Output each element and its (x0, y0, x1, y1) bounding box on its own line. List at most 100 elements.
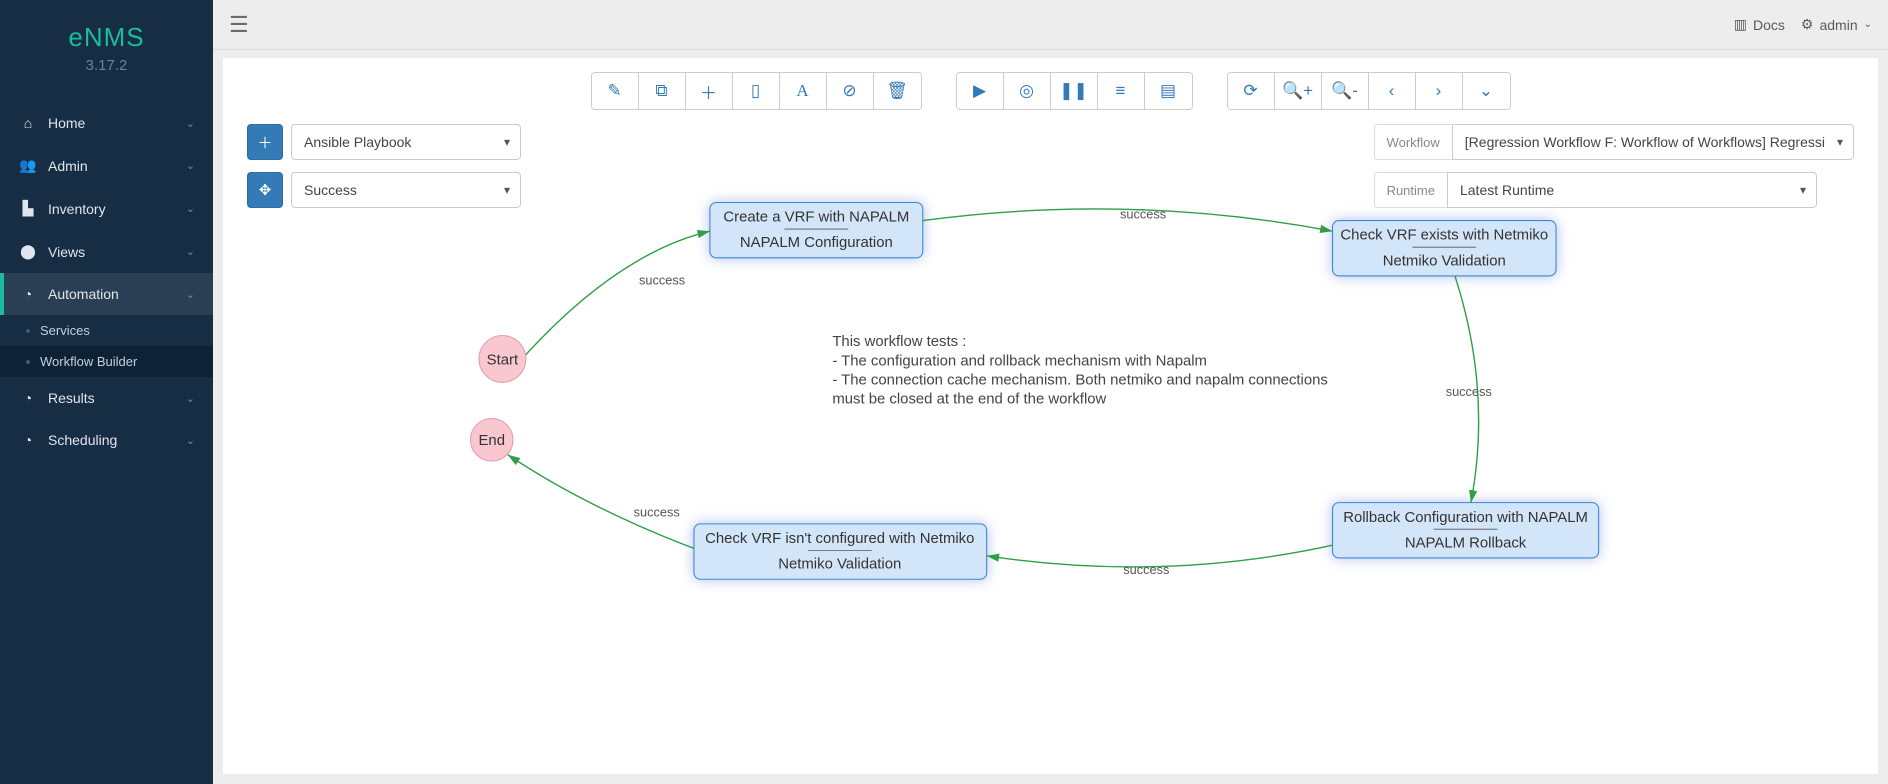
sidebar-subitem-services[interactable]: Services (0, 315, 213, 346)
workflow-description: This workflow tests : - The configuratio… (832, 334, 1332, 407)
sidebar-subitem-workflow-builder[interactable]: Workflow Builder (0, 346, 213, 377)
app-logo: eNMS (0, 22, 213, 53)
edit-button[interactable]: ✎ (592, 73, 639, 109)
pause-icon: ❚❚ (1059, 81, 1088, 101)
sidebar-item-label: Automation (48, 286, 119, 302)
sidebar-item-views[interactable]: ⬤ Views ⌄ (0, 230, 213, 273)
workflow-canvas[interactable]: Start End Create a VRF with NAPALM NAPAL… (223, 178, 1878, 774)
toolbar-group-view: ⟳ 🔍+ 🔍- ‹ › ⌄ (1227, 72, 1511, 110)
edit-icon: ✎ (607, 81, 621, 101)
add-button[interactable]: ＋ (686, 73, 733, 109)
node-subtitle: Netmiko Validation (1383, 253, 1506, 269)
node-subtitle: NAPALM Rollback (1405, 535, 1527, 551)
delete-button[interactable]: 🗑 (874, 73, 921, 109)
list-icon: ≡ (1116, 81, 1126, 101)
main: ☰ ▥ Docs ⚙ admin ⌄ ✎ ⧉ ＋ ▯ (213, 0, 1888, 784)
run-param-button[interactable]: ◎ (1004, 73, 1051, 109)
duplicate-button[interactable]: ⧉ (639, 73, 686, 109)
chevron-down-icon: ⌄ (186, 159, 195, 172)
clipboard-button[interactable]: ▯ (733, 73, 780, 109)
ban-icon: ⊘ (842, 81, 856, 101)
sidebar-subitem-label: Workflow Builder (40, 354, 137, 369)
chevron-left-icon: ‹ (1389, 81, 1395, 101)
clock-icon: ◔ (18, 390, 38, 406)
sidebar-item-label: Views (48, 244, 85, 260)
automation-subitems: Services Workflow Builder (0, 315, 213, 377)
skip-button[interactable]: ⊘ (827, 73, 874, 109)
logo-area: eNMS 3.17.2 (0, 0, 213, 84)
chevron-down-icon: ⌄ (1864, 19, 1872, 30)
toolbar: ✎ ⧉ ＋ ▯ A ⊘ 🗑 ▶ ◎ ❚❚ ≡ ▤ ⟳ 🔍+ (223, 58, 1878, 120)
home-icon: ⌂ (18, 115, 38, 131)
sidebar-item-home[interactable]: ⌂ Home ⌄ (0, 102, 213, 144)
start-label: Start (487, 352, 519, 368)
sidebar-item-inventory[interactable]: ▙ Inventory ⌄ (0, 187, 213, 230)
edge-label: success (1120, 206, 1166, 221)
refresh-button[interactable]: ⟳ (1228, 73, 1275, 109)
sidebar-item-automation[interactable]: ◔ Automation ⌄ (0, 273, 213, 315)
sitemap-icon: ▙ (18, 200, 38, 217)
docs-label: Docs (1753, 17, 1785, 33)
zoom-out-button[interactable]: 🔍- (1322, 73, 1369, 109)
user-label: admin (1819, 17, 1857, 33)
zoom-in-icon: 🔍+ (1282, 81, 1313, 101)
content: ✎ ⧉ ＋ ▯ A ⊘ 🗑 ▶ ◎ ❚❚ ≡ ▤ ⟳ 🔍+ (223, 58, 1878, 774)
results-table-button[interactable]: ▤ (1145, 73, 1192, 109)
map-pin-icon: ⬤ (18, 243, 38, 260)
edge-start-n1[interactable] (526, 231, 710, 354)
expand-button[interactable]: ⌄ (1463, 73, 1510, 109)
sidebar: eNMS 3.17.2 ⌂ Home ⌄ 👥 Admin ⌄ ▙ Invento… (0, 0, 213, 784)
chevron-down-icon: ⌄ (186, 392, 195, 405)
trash-icon: 🗑 (886, 81, 908, 101)
chevron-down-icon: ⌄ (186, 288, 195, 301)
sidebar-item-label: Results (48, 390, 95, 406)
users-icon: 👥 (18, 157, 38, 174)
node-subtitle: Netmiko Validation (778, 557, 901, 573)
sidebar-item-scheduling[interactable]: ◔ Scheduling ⌄ (0, 419, 213, 461)
table-icon: ▤ (1160, 81, 1176, 101)
select-value: Ansible Playbook (304, 134, 411, 150)
end-label: End (479, 433, 506, 449)
service-type-select[interactable]: Ansible Playbook (291, 124, 521, 160)
docs-link[interactable]: ▥ Docs (1734, 16, 1785, 33)
sidebar-item-label: Scheduling (48, 432, 117, 448)
gear-icon: ⚙ (1801, 16, 1814, 33)
node-title: Check VRF isn't configured with Netmiko (705, 531, 974, 547)
edge-label: success (1123, 562, 1169, 577)
play-button[interactable]: ▶ (957, 73, 1004, 109)
hamburger-icon[interactable]: ☰ (229, 12, 249, 38)
clock-icon: ◔ (18, 432, 38, 448)
zoom-out-icon: 🔍- (1331, 81, 1358, 101)
sidebar-item-label: Home (48, 115, 85, 131)
select-value: [Regression Workflow F: Workflow of Work… (1465, 134, 1825, 150)
toolbar-group-edit: ✎ ⧉ ＋ ▯ A ⊘ 🗑 (591, 72, 922, 110)
node-title: Create a VRF with NAPALM (723, 210, 909, 226)
pause-button[interactable]: ❚❚ (1051, 73, 1098, 109)
results-list-button[interactable]: ≡ (1098, 73, 1145, 109)
user-menu[interactable]: ⚙ admin ⌄ (1801, 16, 1872, 33)
sidebar-item-results[interactable]: ◔ Results ⌄ (0, 377, 213, 419)
add-service-button[interactable]: ＋ (247, 124, 283, 160)
plus-icon: ＋ (257, 132, 272, 153)
text-button[interactable]: A (780, 73, 827, 109)
refresh-icon: ⟳ (1243, 81, 1257, 101)
edge-label: success (1446, 384, 1492, 399)
back-button[interactable]: ‹ (1369, 73, 1416, 109)
text-icon: A (796, 81, 808, 101)
edge-label: success (634, 504, 680, 519)
sidebar-item-admin[interactable]: 👥 Admin ⌄ (0, 144, 213, 187)
chevron-down-icon: ⌄ (186, 245, 195, 258)
workflow-select[interactable]: [Regression Workflow F: Workflow of Work… (1452, 124, 1854, 160)
sidebar-item-label: Admin (48, 158, 88, 174)
sidebar-subitem-label: Services (40, 323, 90, 338)
forward-button[interactable]: › (1416, 73, 1463, 109)
copy-icon: ⧉ (655, 81, 667, 101)
edge-n4-end[interactable] (508, 455, 694, 549)
docs-icon: ▥ (1734, 16, 1747, 33)
zoom-in-button[interactable]: 🔍+ (1275, 73, 1322, 109)
clock-icon: ◔ (18, 286, 38, 302)
chevron-down-icon: ⌄ (186, 117, 195, 130)
sidebar-item-label: Inventory (48, 201, 106, 217)
workflow-label: Workflow (1374, 124, 1452, 160)
nav: ⌂ Home ⌄ 👥 Admin ⌄ ▙ Inventory ⌄ ⬤ Views… (0, 102, 213, 461)
